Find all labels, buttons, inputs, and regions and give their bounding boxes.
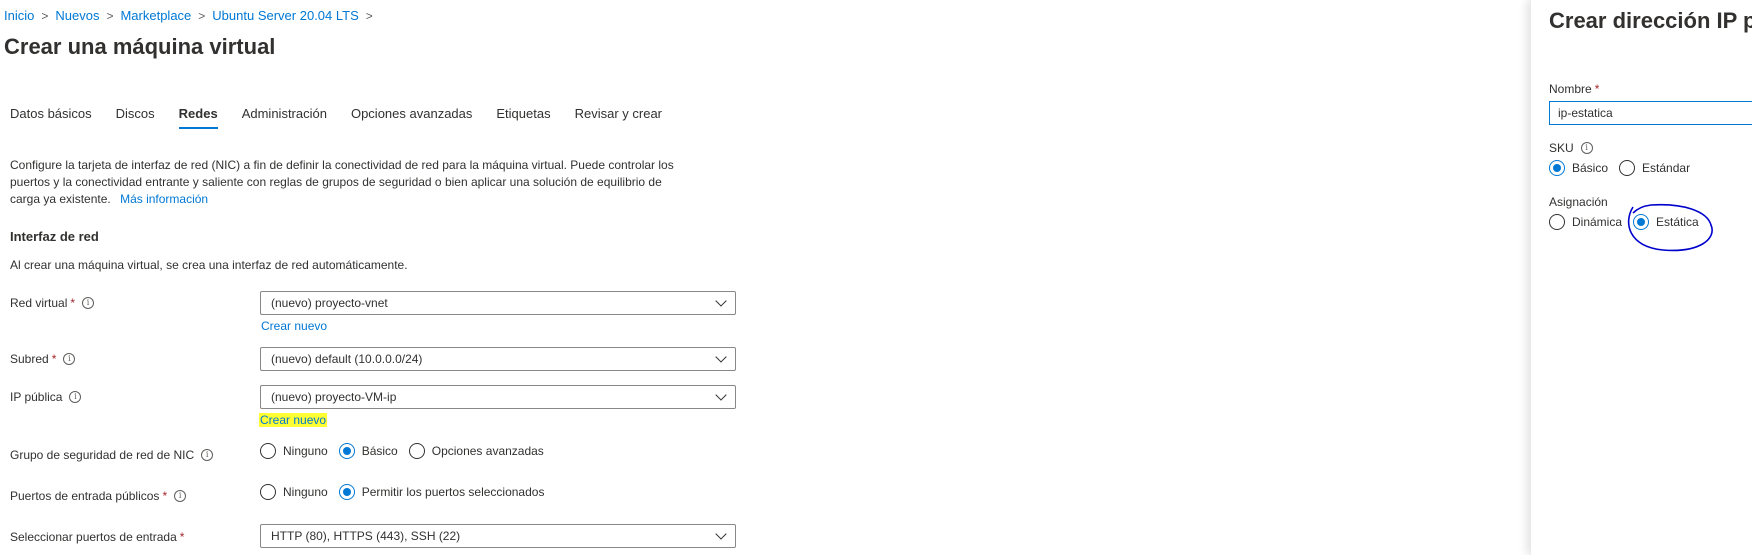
required-marker: *	[70, 296, 76, 310]
radio-button-selected[interactable]	[1549, 160, 1565, 176]
sku-radio-group: Básico Estándar	[1549, 160, 1701, 176]
name-label-text: Nombre	[1549, 82, 1592, 96]
chevron-down-icon	[715, 388, 727, 401]
tab-etiquetas[interactable]: Etiquetas	[496, 106, 550, 129]
nsg-option-basico[interactable]: Básico	[338, 443, 398, 459]
subnet-value: (nuevo) default (10.0.0.0/24)	[271, 352, 423, 366]
radio-label: Permitir los puertos seleccionados	[361, 485, 545, 499]
info-icon[interactable]: i	[1580, 142, 1593, 154]
required-marker: *	[1594, 82, 1600, 96]
sku-label: SKU i	[1549, 141, 1593, 155]
breadcrumb-separator: >	[365, 8, 373, 23]
chevron-down-icon	[715, 527, 727, 540]
select-ports-dropdown[interactable]: HTTP (80), HTTPS (443), SSH (22)	[260, 524, 736, 548]
radio-button[interactable]	[260, 443, 276, 459]
inbound-ports-label: Puertos de entrada públicos * i	[10, 489, 187, 503]
assignment-label-text: Asignación	[1549, 195, 1608, 209]
sku-label-text: SKU	[1549, 141, 1574, 155]
select-ports-value: HTTP (80), HTTPS (443), SSH (22)	[271, 529, 461, 543]
hand-drawn-annotation-circle	[1627, 203, 1713, 252]
name-input[interactable]: ip-estatica	[1549, 101, 1752, 125]
radio-button-selected[interactable]	[338, 443, 355, 459]
radio-button[interactable]	[408, 443, 425, 459]
radio-button-selected[interactable]	[338, 484, 355, 500]
breadcrumb: Inicio > Nuevos > Marketplace > Ubuntu S…	[4, 8, 380, 23]
radio-label: Opciones avanzadas	[431, 444, 544, 458]
tab-opciones-avanzadas[interactable]: Opciones avanzadas	[351, 106, 472, 129]
nsg-radio-group: Ninguno Básico Opciones avanzadas	[260, 443, 555, 459]
assignment-label: Asignación	[1549, 195, 1608, 209]
radio-button[interactable]	[1549, 214, 1565, 230]
more-info-link[interactable]: Más información	[120, 192, 208, 206]
create-public-ip-panel: Crear dirección IP pública Nombre * ip-e…	[1530, 0, 1752, 555]
breadcrumb-ubuntu[interactable]: Ubuntu Server 20.04 LTS	[212, 8, 358, 23]
inbound-ports-radio-group: Ninguno Permitir los puertos seleccionad…	[260, 484, 555, 500]
breadcrumb-separator: >	[198, 8, 206, 23]
nsg-label-text: Grupo de seguridad de red de NIC	[10, 448, 195, 462]
vnet-value: (nuevo) proyecto-vnet	[271, 296, 388, 310]
required-marker: *	[51, 352, 57, 366]
public-ip-label: IP pública i	[10, 390, 82, 404]
inbound-option-permitir[interactable]: Permitir los puertos seleccionados	[338, 484, 545, 500]
name-label: Nombre *	[1549, 82, 1599, 96]
page-title: Crear una máquina virtual	[4, 34, 276, 59]
inbound-option-ninguno[interactable]: Ninguno	[260, 484, 328, 500]
vnet-label: Red virtual * i	[10, 296, 95, 310]
name-input-value: ip-estatica	[1558, 106, 1613, 120]
chevron-down-icon	[715, 294, 727, 307]
tab-revisar-y-crear[interactable]: Revisar y crear	[575, 106, 662, 129]
info-icon[interactable]: i	[82, 297, 95, 309]
nsg-label: Grupo de seguridad de red de NIC i	[10, 448, 214, 462]
create-public-ip-link[interactable]: Crear nuevo	[259, 413, 328, 427]
subnet-label: Subred * i	[10, 352, 76, 366]
info-icon[interactable]: i	[69, 391, 82, 403]
tab-datos-basicos[interactable]: Datos básicos	[10, 106, 92, 129]
create-vnet-link[interactable]: Crear nuevo	[261, 319, 327, 333]
subnet-label-text: Subred	[10, 352, 49, 366]
breadcrumb-marketplace[interactable]: Marketplace	[120, 8, 191, 23]
radio-label: Básico	[361, 444, 398, 458]
required-marker: *	[162, 489, 168, 503]
info-icon[interactable]: i	[174, 490, 187, 502]
vnet-label-text: Red virtual	[10, 296, 68, 310]
breadcrumb-separator: >	[106, 8, 114, 23]
select-ports-label-text: Seleccionar puertos de entrada	[10, 530, 177, 544]
panel-title: Crear dirección IP pública	[1549, 8, 1752, 33]
tab-redes[interactable]: Redes	[178, 106, 218, 129]
required-marker: *	[179, 530, 185, 544]
breadcrumb-nuevos[interactable]: Nuevos	[55, 8, 99, 23]
nsg-option-ninguno[interactable]: Ninguno	[260, 443, 328, 459]
description-text: Configure la tarjeta de interfaz de red …	[10, 158, 674, 206]
radio-label: Estándar	[1642, 161, 1691, 175]
section-heading-network-interface: Interfaz de red	[10, 229, 99, 244]
sku-option-basico[interactable]: Básico	[1549, 160, 1608, 176]
radio-label: Dinámica	[1572, 215, 1623, 229]
info-icon[interactable]: i	[201, 449, 214, 461]
radio-label: Básico	[1572, 161, 1609, 175]
radio-button[interactable]	[1619, 160, 1636, 176]
sku-option-estandar[interactable]: Estándar	[1619, 160, 1690, 176]
chevron-down-icon	[715, 350, 727, 363]
breadcrumb-inicio[interactable]: Inicio	[4, 8, 34, 23]
vnet-dropdown[interactable]: (nuevo) proyecto-vnet	[260, 291, 736, 315]
assignment-option-dinamica[interactable]: Dinámica	[1549, 214, 1622, 230]
breadcrumb-separator: >	[41, 8, 49, 23]
network-interface-note: Al crear una máquina virtual, se crea un…	[10, 258, 408, 272]
nsg-option-avanzadas[interactable]: Opciones avanzadas	[408, 443, 544, 459]
inbound-ports-label-text: Puertos de entrada públicos	[10, 489, 160, 503]
radio-label: Ninguno	[283, 485, 328, 499]
public-ip-dropdown[interactable]: (nuevo) proyecto-VM-ip	[260, 385, 736, 409]
radio-label: Ninguno	[283, 444, 328, 458]
networking-description: Configure la tarjeta de interfaz de red …	[10, 157, 675, 208]
info-icon[interactable]: i	[63, 353, 76, 365]
public-ip-label-text: IP pública	[10, 390, 63, 404]
radio-button[interactable]	[260, 484, 276, 500]
public-ip-value: (nuevo) proyecto-VM-ip	[271, 390, 397, 404]
tab-bar: Datos básicos Discos Redes Administració…	[10, 106, 686, 129]
subnet-dropdown[interactable]: (nuevo) default (10.0.0.0/24)	[260, 347, 736, 371]
tab-discos[interactable]: Discos	[116, 106, 155, 129]
tab-administracion[interactable]: Administración	[242, 106, 327, 129]
select-ports-label: Seleccionar puertos de entrada *	[10, 530, 184, 544]
